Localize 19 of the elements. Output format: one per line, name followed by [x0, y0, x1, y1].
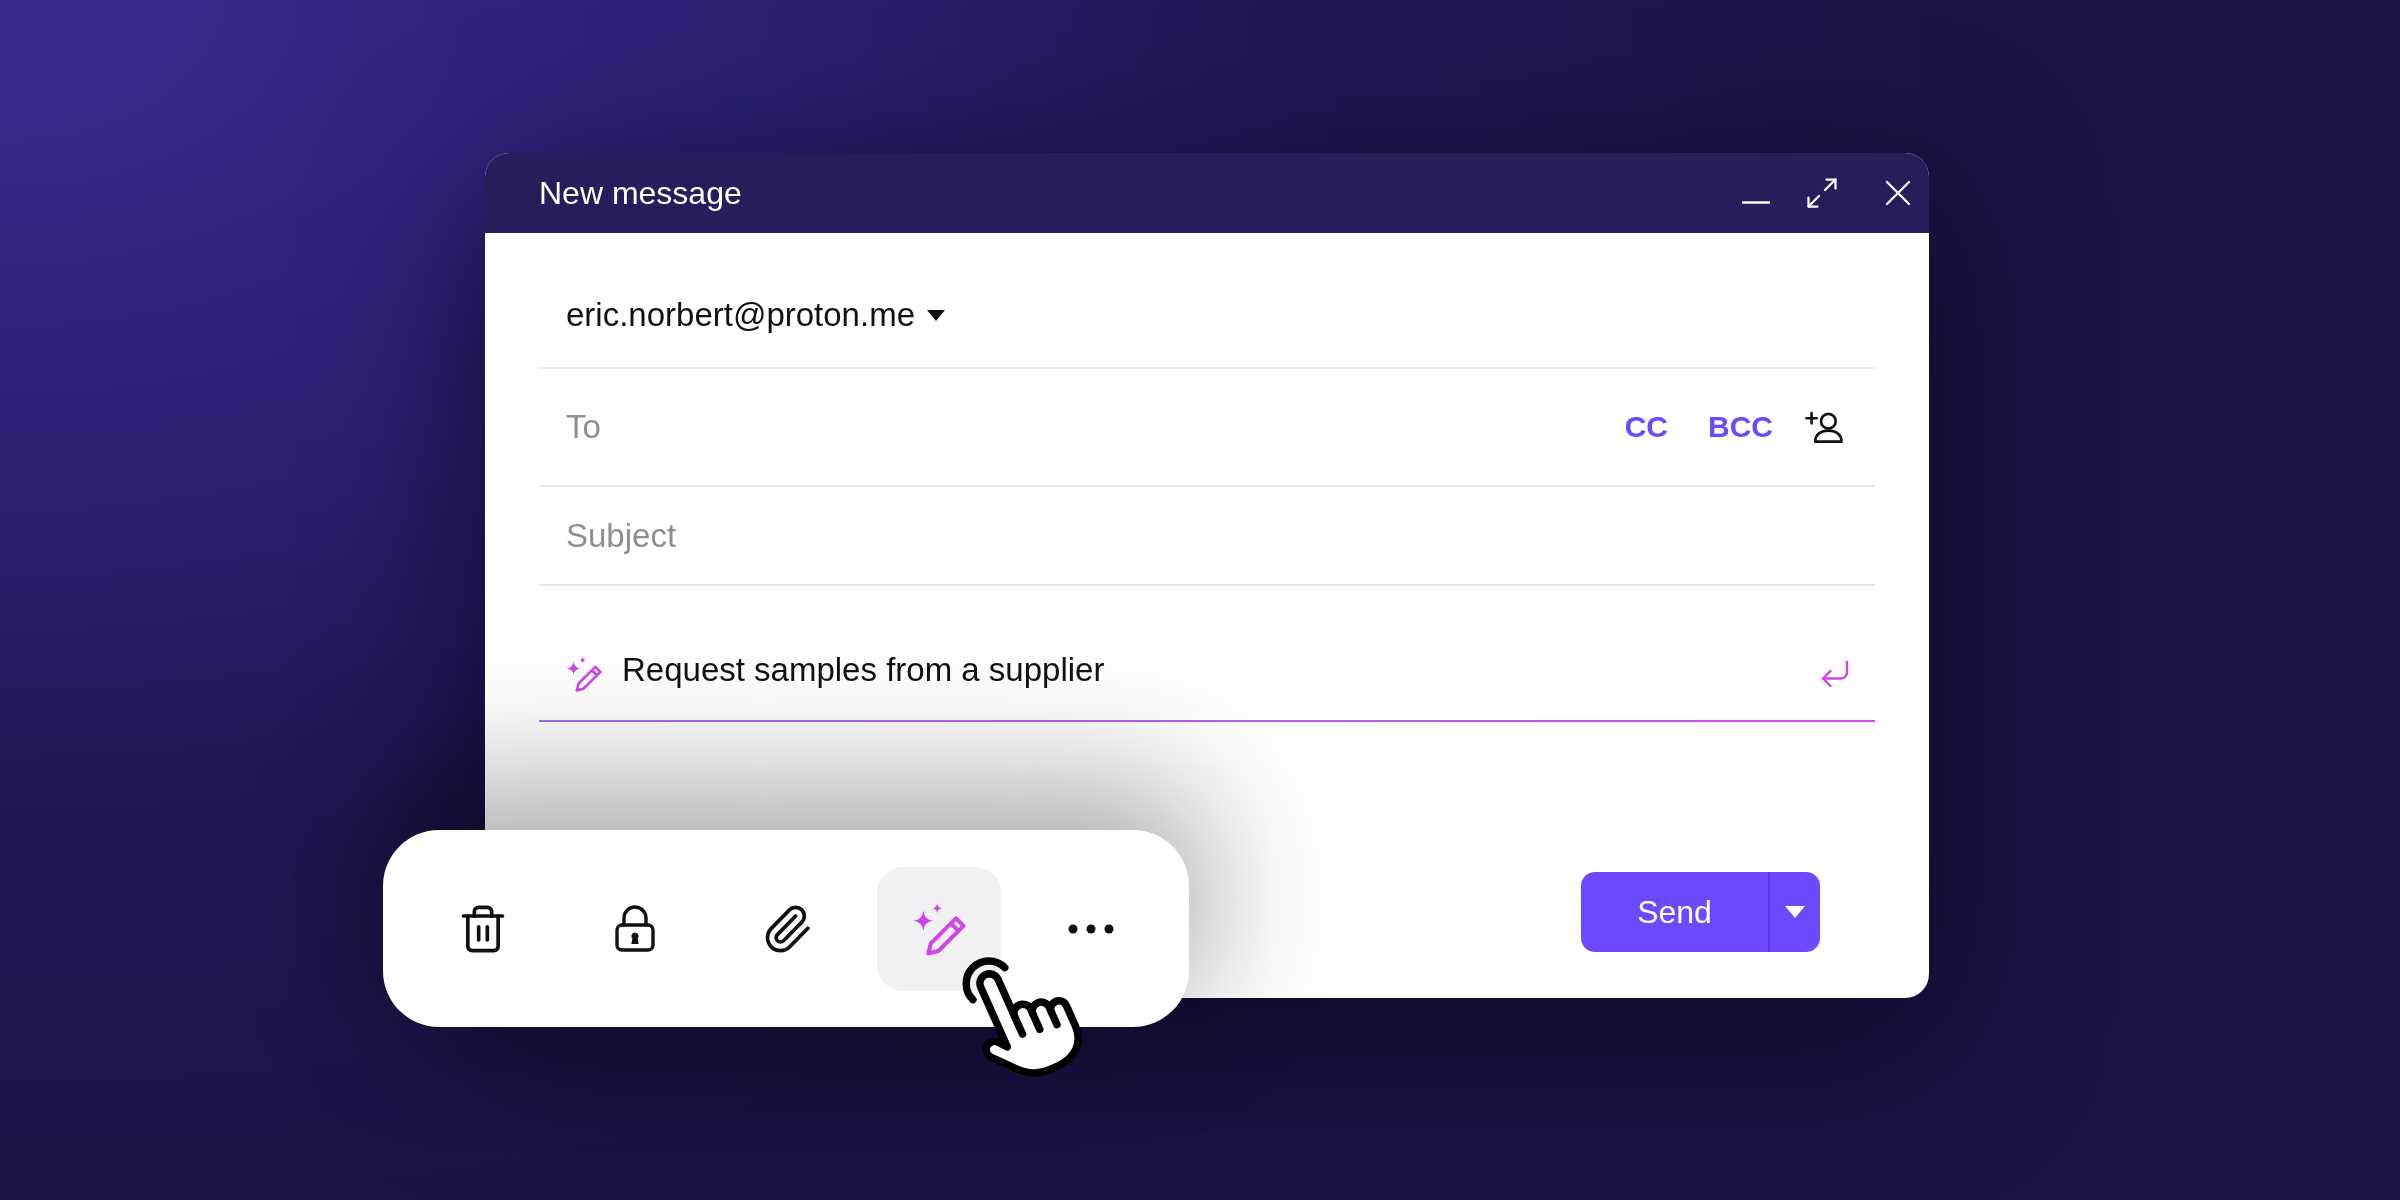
caret-icon — [1785, 906, 1805, 918]
ellipsis-icon — [1068, 923, 1114, 934]
to-field[interactable]: To — [566, 405, 1625, 449]
window-title: New message — [539, 174, 743, 212]
lock-icon — [614, 904, 656, 953]
sparkle-pencil-icon — [566, 656, 602, 692]
maximize-icon — [1804, 175, 1840, 211]
assistant-button[interactable] — [877, 866, 1001, 991]
minimize-icon — [1742, 200, 1770, 204]
cc-link[interactable]: CC — [1624, 410, 1668, 444]
bcc-link[interactable]: BCC — [1708, 410, 1773, 444]
add-contact-icon — [1805, 409, 1843, 445]
caret-icon — [927, 309, 945, 321]
send-button[interactable]: Send — [1581, 872, 1768, 952]
prompt-input[interactable]: Request samples from a supplier — [622, 648, 1797, 692]
add-contact-button[interactable] — [1805, 409, 1843, 445]
send-options-button[interactable] — [1768, 872, 1820, 952]
subject-field[interactable]: Subject — [566, 513, 1843, 558]
sender-dropdown[interactable]: eric.norbert@proton.me — [566, 296, 945, 334]
